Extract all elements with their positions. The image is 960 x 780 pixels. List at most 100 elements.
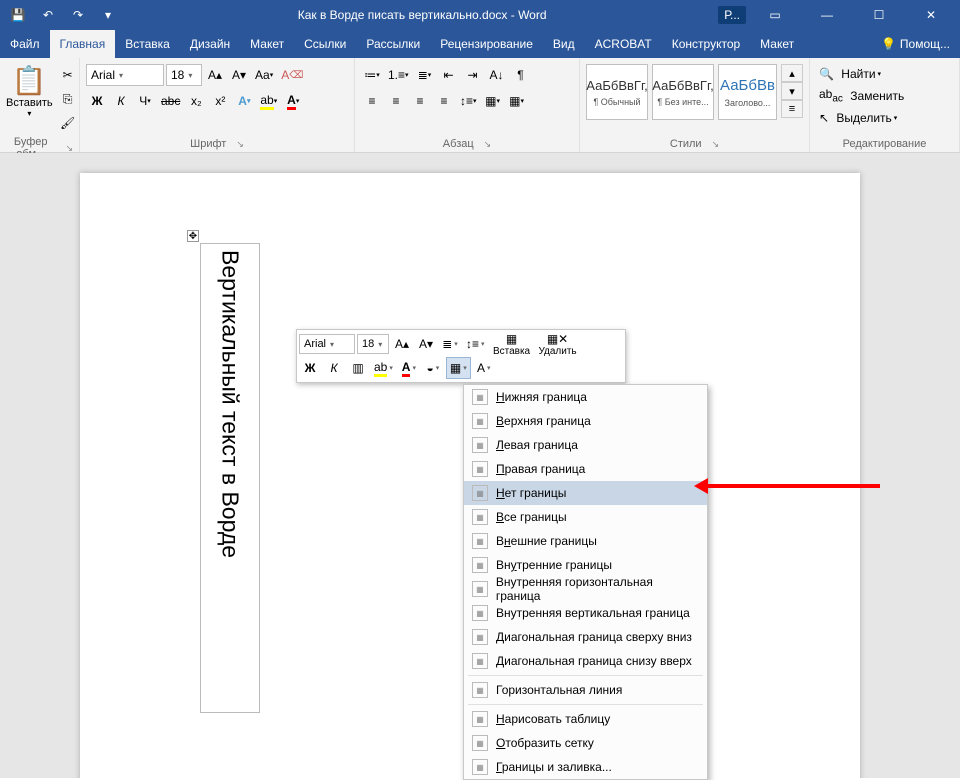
superscript-button[interactable]: x² — [209, 90, 231, 112]
tell-me[interactable]: 💡Помощ... — [871, 30, 960, 58]
tab-table-design[interactable]: Конструктор — [662, 30, 750, 58]
line-spacing-icon[interactable]: ↕≡▾ — [457, 90, 480, 112]
tab-view[interactable]: Вид — [543, 30, 585, 58]
mini-italic[interactable]: К — [323, 357, 345, 379]
bullets-icon[interactable]: ≔▾ — [361, 64, 383, 86]
mini-highlight-icon[interactable]: ab▾ — [371, 357, 396, 379]
tab-home[interactable]: Главная — [50, 30, 116, 58]
minimize-icon[interactable]: — — [804, 0, 850, 30]
borders-item-6[interactable]: ▦Внешние границы — [464, 529, 707, 553]
tab-design[interactable]: Дизайн — [180, 30, 240, 58]
mini-spacing-icon[interactable]: ↕≡▾ — [463, 333, 488, 355]
borders-item-3[interactable]: ▦Правая граница — [464, 457, 707, 481]
show-marks-icon[interactable]: ¶ — [510, 64, 532, 86]
close-icon[interactable]: ✕ — [908, 0, 954, 30]
align-right-icon[interactable]: ≡ — [409, 90, 431, 112]
mini-borders-dropdown[interactable]: ▦▾ — [446, 357, 471, 379]
tab-file[interactable]: Файл — [0, 30, 50, 58]
highlight-icon[interactable]: ab▾ — [257, 90, 280, 112]
mini-styles-icon[interactable]: A▾ — [473, 357, 495, 379]
paste-button[interactable]: 📋 Вставить ▾ — [6, 64, 53, 118]
styles-more-icon[interactable]: ≡ — [781, 100, 803, 118]
shrink-font-icon[interactable]: A▾ — [228, 64, 250, 86]
borders-item-11[interactable]: ▦Диагональная граница снизу вверх — [464, 649, 707, 673]
underline-button[interactable]: Ч▾ — [134, 90, 156, 112]
account-badge[interactable]: Р... — [718, 6, 746, 24]
borders-item-7[interactable]: ▦Внутренние границы — [464, 553, 707, 577]
tab-layout[interactable]: Макет — [240, 30, 294, 58]
styles-launcher[interactable]: ↘ — [712, 139, 720, 150]
borders-item-10[interactable]: ▦Диагональная граница сверху вниз — [464, 625, 707, 649]
mini-shrink-icon[interactable]: A▾ — [415, 333, 437, 355]
style-normal[interactable]: АаБбВвГг,¶ Обычный — [586, 64, 648, 120]
vertical-text[interactable]: Вертикальный текст в Ворде — [217, 244, 244, 564]
indent-increase-icon[interactable]: ⇥ — [462, 64, 484, 86]
style-heading1[interactable]: АаБбВвЗаголово... — [718, 64, 777, 120]
maximize-icon[interactable]: ☐ — [856, 0, 902, 30]
select-button[interactable]: ↖ Выделить▾ — [816, 108, 900, 128]
clipboard-launcher[interactable]: ↘ — [65, 143, 73, 154]
tab-acrobat[interactable]: ACROBAT — [585, 30, 662, 58]
strike-button[interactable]: abc — [158, 90, 183, 112]
mini-table-delete[interactable]: ▦✕Удалить — [536, 333, 580, 355]
sort-icon[interactable]: A↓ — [486, 64, 508, 86]
bold-button[interactable]: Ж — [86, 90, 108, 112]
mini-fontcolor-icon[interactable]: A▾ — [398, 357, 420, 379]
undo-button[interactable]: ↶ — [36, 3, 60, 27]
mini-shading-icon[interactable]: ◒▾ — [422, 357, 444, 379]
align-center-icon[interactable]: ≡ — [385, 90, 407, 112]
borders-item-8[interactable]: ▦Внутренняя горизонтальная граница — [464, 577, 707, 601]
copy-icon[interactable]: ⎘ — [57, 88, 79, 110]
mini-bold[interactable]: Ж — [299, 357, 321, 379]
align-left-icon[interactable]: ≡ — [361, 90, 383, 112]
cut-icon[interactable]: ✂ — [57, 64, 79, 86]
clear-format-icon[interactable]: A⌫ — [278, 64, 306, 86]
qat-more[interactable]: ▾ — [96, 3, 120, 27]
styles-up-icon[interactable]: ▴ — [781, 64, 803, 82]
font-name-select[interactable]: Arial▾ — [86, 64, 164, 86]
borders-icon[interactable]: ▦▾ — [506, 90, 528, 112]
indent-decrease-icon[interactable]: ⇤ — [438, 64, 460, 86]
ribbon-options-icon[interactable]: ▭ — [752, 0, 798, 30]
borders-item-15[interactable]: ▦Границы и заливка... — [464, 755, 707, 779]
vertical-textbox[interactable]: ✥ Вертикальный текст в Ворде — [200, 243, 260, 713]
redo-button[interactable]: ↷ — [66, 3, 90, 27]
styles-down-icon[interactable]: ▾ — [781, 82, 803, 100]
mini-align-icon[interactable]: ≣▾ — [439, 333, 461, 355]
mini-align2-icon[interactable]: ▥ — [347, 357, 369, 379]
format-painter-icon[interactable]: 🖌 — [57, 112, 79, 134]
change-case-icon[interactable]: Aa▾ — [252, 64, 276, 86]
font-color-icon[interactable]: A▾ — [282, 90, 304, 112]
find-button[interactable]: 🔍 Найти▾ — [816, 64, 884, 84]
tab-review[interactable]: Рецензирование — [430, 30, 543, 58]
borders-item-13[interactable]: ▦Нарисовать таблицу — [464, 707, 707, 731]
multilevel-icon[interactable]: ≣▾ — [414, 64, 436, 86]
justify-icon[interactable]: ≡ — [433, 90, 455, 112]
borders-item-14[interactable]: ▦Отобразить сетку — [464, 731, 707, 755]
tab-mailings[interactable]: Рассылки — [356, 30, 430, 58]
paragraph-launcher[interactable]: ↘ — [484, 139, 492, 150]
mini-grow-icon[interactable]: A▴ — [391, 333, 413, 355]
shading-icon[interactable]: ▦▾ — [482, 90, 504, 112]
save-button[interactable]: 💾 — [6, 3, 30, 27]
tab-references[interactable]: Ссылки — [294, 30, 356, 58]
tab-table-layout[interactable]: Макет — [750, 30, 804, 58]
subscript-button[interactable]: x₂ — [185, 90, 207, 112]
borders-item-9[interactable]: ▦Внутренняя вертикальная граница — [464, 601, 707, 625]
mini-size-select[interactable]: 18▾ — [357, 334, 389, 354]
borders-item-12[interactable]: ▦Горизонтальная линия — [464, 678, 707, 702]
text-effects-icon[interactable]: A▾ — [233, 90, 255, 112]
borders-item-1[interactable]: ▦Верхняя граница — [464, 409, 707, 433]
table-move-handle[interactable]: ✥ — [187, 230, 199, 242]
tab-insert[interactable]: Вставка — [115, 30, 180, 58]
borders-item-5[interactable]: ▦Все границы — [464, 505, 707, 529]
borders-item-0[interactable]: ▦Нижняя граница — [464, 385, 707, 409]
italic-button[interactable]: К — [110, 90, 132, 112]
numbering-icon[interactable]: 1.≡▾ — [385, 64, 412, 86]
borders-item-2[interactable]: ▦Левая граница — [464, 433, 707, 457]
mini-font-select[interactable]: Arial▾ — [299, 334, 355, 354]
style-nospacing[interactable]: АаБбВвГг,¶ Без инте... — [652, 64, 714, 120]
font-launcher[interactable]: ↘ — [236, 139, 244, 150]
mini-table-insert[interactable]: ▦Вставка — [490, 333, 534, 355]
borders-item-4[interactable]: ▦Нет границы — [464, 481, 707, 505]
